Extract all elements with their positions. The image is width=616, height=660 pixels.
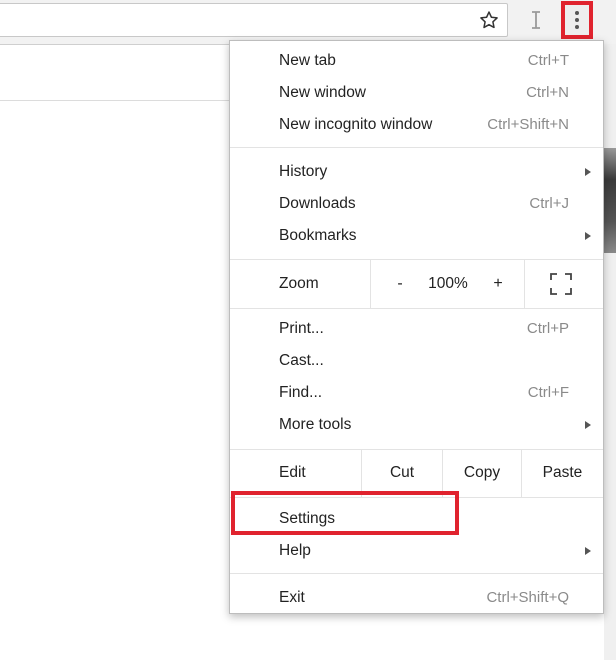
zoom-row: Zoom - 100% + xyxy=(230,260,603,308)
divider xyxy=(524,260,525,308)
menu-item-settings[interactable]: Settings xyxy=(230,503,603,535)
menu-item-find[interactable]: Find... Ctrl+F xyxy=(230,377,603,409)
menu-item-shortcut: Ctrl+J xyxy=(529,195,569,212)
menu-item-new-window[interactable]: New window Ctrl+N xyxy=(230,77,603,109)
submenu-arrow-icon xyxy=(585,421,591,429)
menu-separator xyxy=(230,147,603,148)
menu-item-label: More tools xyxy=(279,416,352,433)
menu-item-label: Print... xyxy=(279,320,324,337)
menu-item-cast[interactable]: Cast... xyxy=(230,345,603,377)
zoom-in-button[interactable]: + xyxy=(488,260,508,308)
menu-item-shortcut: Ctrl+T xyxy=(527,52,569,69)
menu-item-label: History xyxy=(279,163,328,180)
submenu-arrow-icon xyxy=(585,232,591,240)
page-content-strip xyxy=(604,148,616,253)
text-cursor-icon[interactable] xyxy=(526,9,546,31)
menu-item-bookmarks[interactable]: Bookmarks xyxy=(230,220,603,252)
menu-item-label: New incognito window xyxy=(279,116,433,133)
menu-item-label: Cast... xyxy=(279,352,324,369)
menu-item-label: Exit xyxy=(279,589,305,606)
menu-item-label: Find... xyxy=(279,384,323,401)
menu-separator xyxy=(230,308,603,309)
menu-item-new-incognito-window[interactable]: New incognito window Ctrl+Shift+N xyxy=(230,109,603,141)
menu-item-history[interactable]: History xyxy=(230,156,603,188)
menu-item-label: Downloads xyxy=(279,195,356,212)
chrome-menu-button[interactable] xyxy=(561,1,593,39)
edit-row: Edit Cut Copy Paste xyxy=(230,449,603,497)
bookmark-star-icon[interactable] xyxy=(478,9,500,31)
menu-separator xyxy=(230,573,603,574)
menu-item-label: Settings xyxy=(279,510,336,527)
menu-item-shortcut: Ctrl+Shift+N xyxy=(487,116,569,133)
address-bar[interactable] xyxy=(0,3,508,37)
scrollbar-track[interactable] xyxy=(604,44,616,660)
copy-button[interactable]: Copy xyxy=(443,449,521,497)
menu-item-downloads[interactable]: Downloads Ctrl+J xyxy=(230,188,603,220)
zoom-label: Zoom xyxy=(279,275,319,292)
menu-item-shortcut: Ctrl+P xyxy=(526,320,569,337)
menu-item-shortcut: Ctrl+N xyxy=(526,84,569,101)
browser-toolbar xyxy=(0,0,616,44)
menu-item-label: Bookmarks xyxy=(279,227,357,244)
submenu-arrow-icon xyxy=(585,547,591,555)
cut-button[interactable]: Cut xyxy=(362,449,442,497)
menu-item-label: New window xyxy=(279,84,367,101)
divider xyxy=(370,260,371,308)
fullscreen-icon[interactable] xyxy=(550,273,572,295)
chrome-main-menu: New tab Ctrl+T New window Ctrl+N New inc… xyxy=(229,40,604,614)
three-dots-vertical-icon xyxy=(575,11,579,29)
menu-separator xyxy=(230,497,603,498)
menu-item-print[interactable]: Print... Ctrl+P xyxy=(230,313,603,345)
menu-item-shortcut: Ctrl+F xyxy=(527,384,569,401)
zoom-out-button[interactable]: - xyxy=(390,260,410,308)
submenu-arrow-icon xyxy=(585,168,591,176)
star-icon xyxy=(480,11,498,29)
menu-item-label: Help xyxy=(279,542,311,559)
page-divider xyxy=(0,100,240,101)
edit-label: Edit xyxy=(279,464,306,481)
menu-item-shortcut: Ctrl+Shift+Q xyxy=(486,589,569,606)
menu-item-label: New tab xyxy=(279,52,336,69)
zoom-level: 100% xyxy=(428,275,468,292)
menu-item-help[interactable]: Help xyxy=(230,535,603,567)
paste-button[interactable]: Paste xyxy=(522,449,603,497)
menu-item-more-tools[interactable]: More tools xyxy=(230,409,603,441)
menu-item-exit[interactable]: Exit Ctrl+Shift+Q xyxy=(230,582,603,614)
menu-item-new-tab[interactable]: New tab Ctrl+T xyxy=(230,45,603,77)
